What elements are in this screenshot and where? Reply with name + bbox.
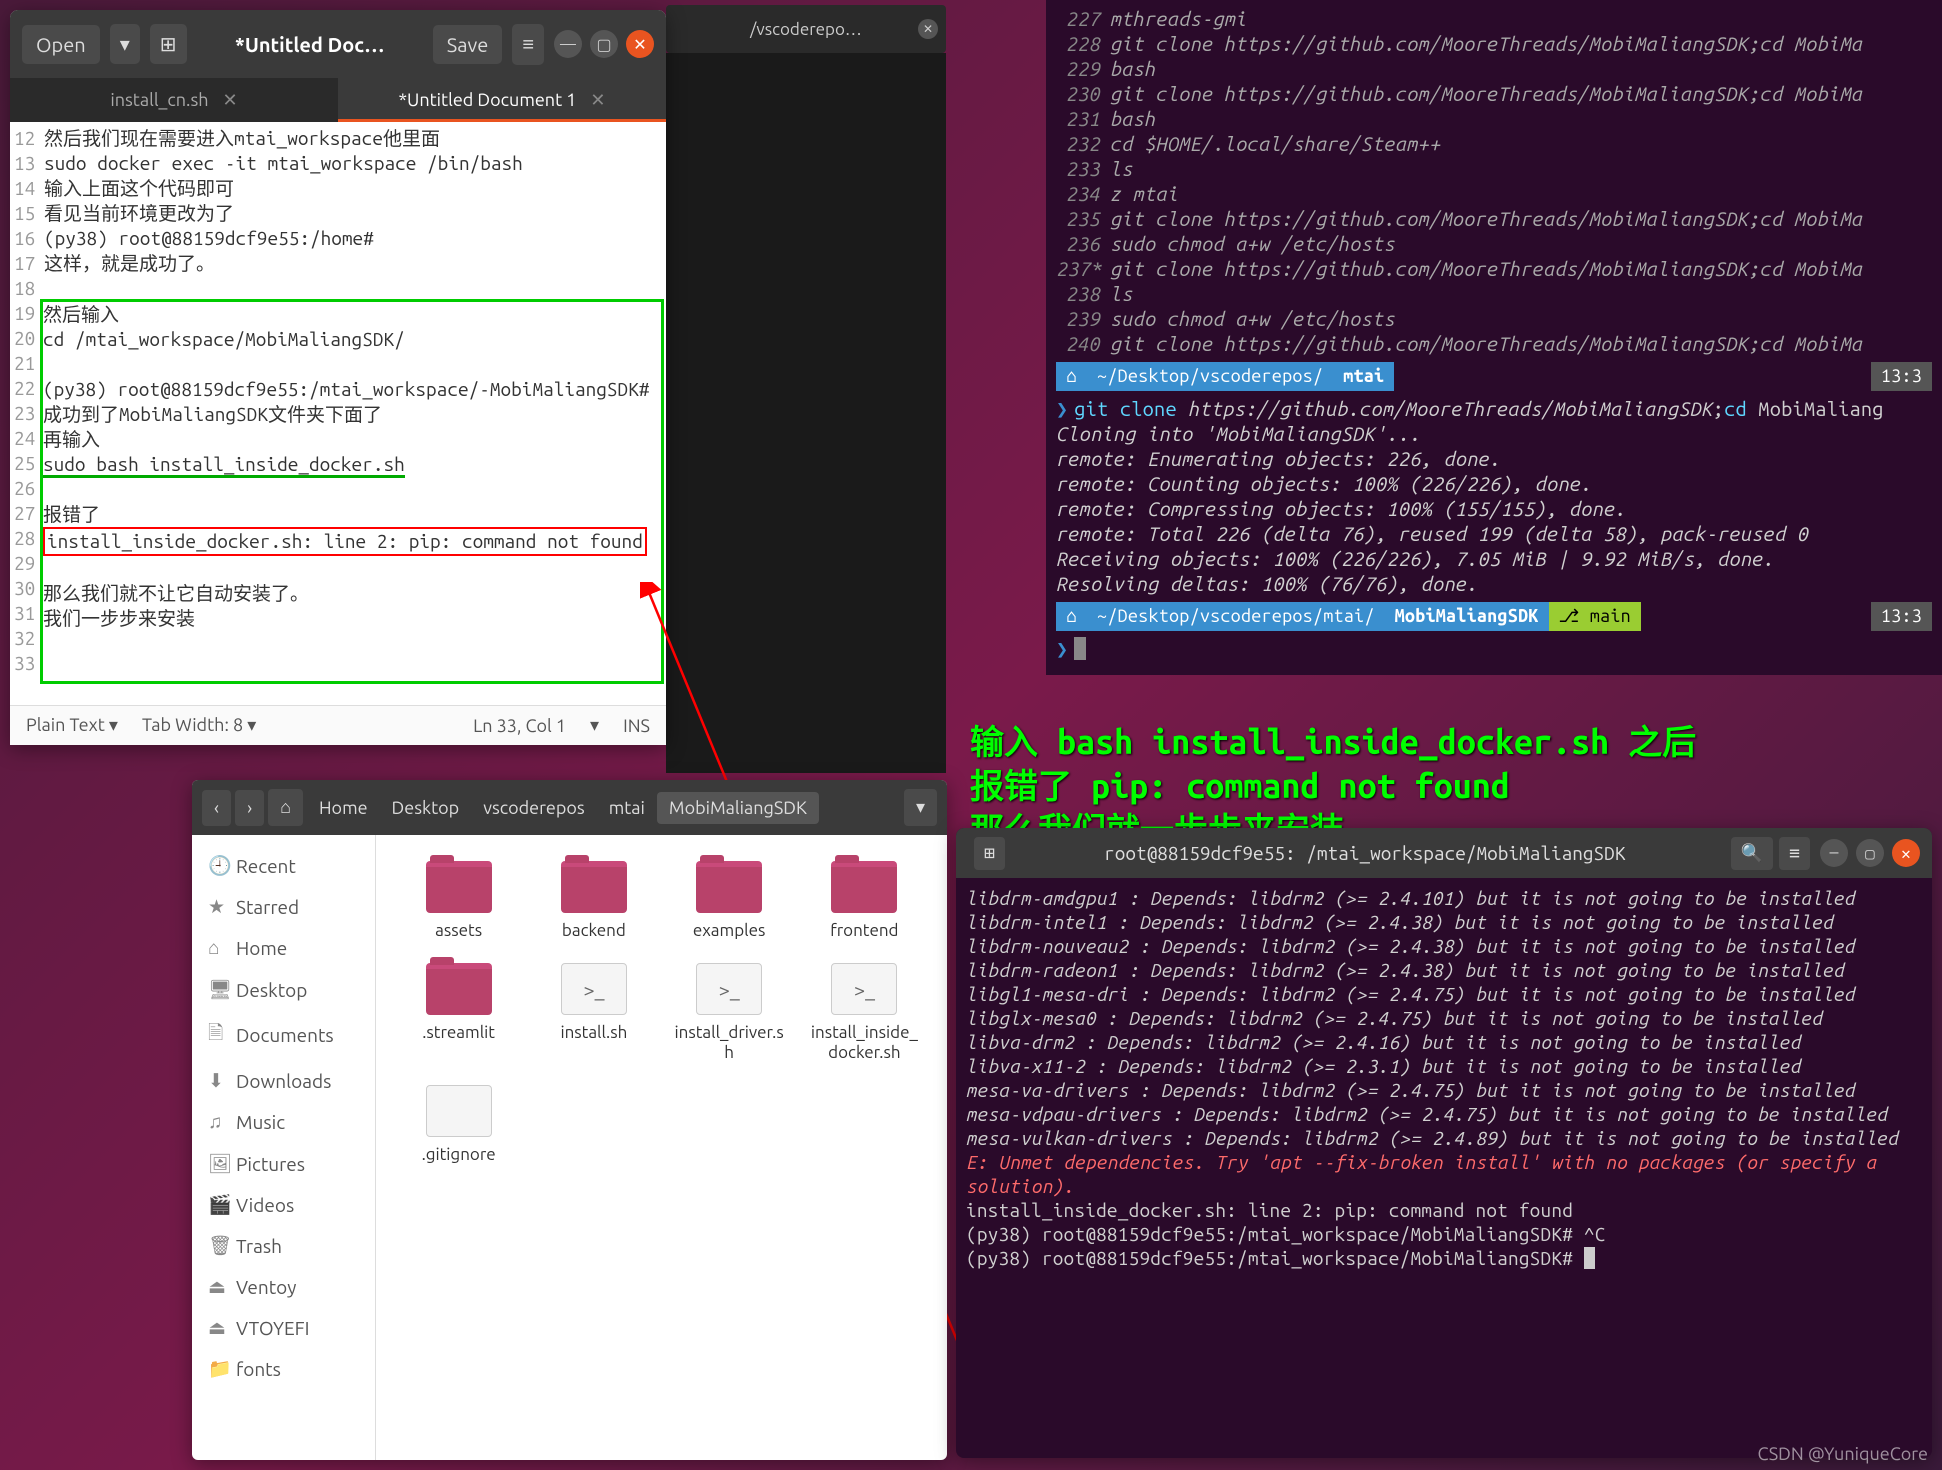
breadcrumb-item[interactable]: Home: [307, 792, 380, 824]
close-icon[interactable]: ✕: [918, 19, 938, 39]
file-.streamlit[interactable]: .streamlit: [396, 957, 521, 1069]
gedit-titlebar[interactable]: Open ▾ ⊞ *Untitled Doc… Save ≡ — ▢ ✕: [10, 10, 666, 78]
watermark: CSDN @YuniqueCore: [1757, 1444, 1928, 1464]
files-window: ‹ › ⌂ HomeDesktopvscodereposmtaiMobiMali…: [192, 780, 947, 1460]
code-content[interactable]: 然后我们现在需要进入mtai_workspace他里面 sudo docker …: [40, 122, 666, 692]
sidebar-item-starred[interactable]: ★Starred: [192, 886, 375, 927]
breadcrumb-item[interactable]: Desktop: [380, 792, 472, 824]
files-grid[interactable]: assetsbackendexamplesfrontend.streamlit>…: [376, 835, 947, 1460]
forward-button[interactable]: ›: [235, 790, 264, 826]
new-tab-button[interactable]: ⊞: [150, 24, 187, 64]
breadcrumb-item[interactable]: MobiMaliangSDK: [657, 792, 819, 824]
tabwidth-selector[interactable]: Tab Width: 8 ▾: [142, 715, 256, 736]
terminal-top[interactable]: 227mthreads-gmi228git clone https://gith…: [1046, 0, 1942, 675]
save-button[interactable]: Save: [433, 25, 503, 64]
open-button[interactable]: Open: [22, 25, 100, 64]
gedit-title: *Untitled Doc…: [197, 33, 423, 56]
fonts-icon: 📁: [208, 1357, 226, 1380]
minimize-icon[interactable]: —: [554, 30, 582, 58]
new-tab-button[interactable]: ⊞: [974, 837, 1005, 870]
hamburger-icon[interactable]: ≡: [1779, 837, 1810, 870]
maximize-icon[interactable]: ▢: [1856, 839, 1884, 867]
videos-icon: 🎬: [208, 1193, 226, 1216]
insert-mode[interactable]: INS: [623, 716, 650, 736]
overtype-indicator[interactable]: ▾: [590, 715, 599, 736]
sidebar-item-trash[interactable]: 🗑Trash: [192, 1225, 375, 1266]
sidebar-item-music[interactable]: ♫Music: [192, 1101, 375, 1143]
tab-untitled[interactable]: *Untitled Document 1✕: [338, 78, 666, 122]
files-headerbar[interactable]: ‹ › ⌂ HomeDesktopvscodereposmtaiMobiMali…: [192, 780, 947, 835]
vtoyefi-icon: ⏏: [208, 1316, 226, 1339]
sidebar-item-videos[interactable]: 🎬Videos: [192, 1184, 375, 1225]
home-icon[interactable]: ⌂: [268, 789, 303, 826]
file-frontend[interactable]: frontend: [802, 855, 927, 947]
file-install_inside_docker.sh[interactable]: >_install_inside_docker.sh: [802, 957, 927, 1069]
file-install.sh[interactable]: >_install.sh: [531, 957, 656, 1069]
desktop-icon: 🖥: [208, 978, 226, 1001]
sidebar-item-pictures[interactable]: 🖼Pictures: [192, 1143, 375, 1184]
open-dropdown[interactable]: ▾: [110, 24, 140, 64]
close-icon[interactable]: ✕: [1892, 839, 1920, 867]
files-sidebar: 🕘Recent★Starred⌂Home🖥Desktop🗎Documents⬇D…: [192, 835, 376, 1460]
file-install_driver.sh[interactable]: >_install_driver.sh: [667, 957, 792, 1069]
breadcrumb-item[interactable]: mtai: [597, 792, 657, 824]
gedit-window: Open ▾ ⊞ *Untitled Doc… Save ≡ — ▢ ✕ ins…: [10, 10, 666, 745]
recent-icon: 🕘: [208, 854, 226, 877]
terminal-bottom[interactable]: ⊞ root@88159dcf9e55: /mtai_workspace/Mob…: [956, 828, 1932, 1458]
ventoy-icon: ⏏: [208, 1275, 226, 1298]
sidebar-item-ventoy[interactable]: ⏏Ventoy: [192, 1266, 375, 1307]
tab-install-cn[interactable]: install_cn.sh✕: [10, 78, 338, 122]
close-icon[interactable]: ✕: [626, 30, 654, 58]
terminal-titlebar[interactable]: ⊞ root@88159dcf9e55: /mtai_workspace/Mob…: [956, 828, 1932, 878]
close-tab-icon[interactable]: ✕: [590, 90, 605, 111]
lang-selector[interactable]: Plain Text ▾: [26, 715, 118, 736]
sidebar-item-desktop[interactable]: 🖥Desktop: [192, 969, 375, 1010]
statusbar: Plain Text ▾ Tab Width: 8 ▾ Ln 33, Col 1…: [10, 705, 666, 745]
gedit-tabs: install_cn.sh✕ *Untitled Document 1✕: [10, 78, 666, 122]
line-gutter: 1213141516171819202122232425262728293031…: [10, 122, 40, 692]
sidebar-item-home[interactable]: ⌂Home: [192, 927, 375, 969]
back-button[interactable]: ‹: [202, 790, 231, 826]
vscode-title: /vscoderepo…: [750, 20, 862, 39]
breadcrumb-item[interactable]: vscoderepos: [471, 792, 597, 824]
vscode-editor-area: [666, 53, 946, 773]
starred-icon: ★: [208, 895, 226, 918]
file-assets[interactable]: assets: [396, 855, 521, 947]
hamburger-icon[interactable]: ≡: [512, 24, 544, 65]
trash-icon: 🗑: [208, 1234, 226, 1257]
breadcrumb: HomeDesktopvscodereposmtaiMobiMaliangSDK: [307, 792, 819, 824]
sidebar-item-documents[interactable]: 🗎Documents: [192, 1010, 375, 1060]
sidebar-item-downloads[interactable]: ⬇Downloads: [192, 1060, 375, 1101]
search-icon[interactable]: 🔍: [1731, 837, 1773, 870]
sidebar-item-vtoyefi[interactable]: ⏏VTOYEFI: [192, 1307, 375, 1348]
file-examples[interactable]: examples: [667, 855, 792, 947]
file-.gitignore[interactable]: .gitignore: [396, 1079, 521, 1171]
terminal-title: root@88159dcf9e55: /mtai_workspace/MobiM…: [1005, 842, 1725, 864]
close-tab-icon[interactable]: ✕: [223, 90, 238, 111]
maximize-icon[interactable]: ▢: [590, 30, 618, 58]
cursor-position: Ln 33, Col 1: [473, 716, 566, 736]
downloads-icon: ⬇: [208, 1069, 226, 1092]
vscode-titlebar: /vscoderepo… ✕: [666, 5, 946, 53]
file-backend[interactable]: backend: [531, 855, 656, 947]
sidebar-item-recent[interactable]: 🕘Recent: [192, 845, 375, 886]
minimize-icon[interactable]: —: [1820, 839, 1848, 867]
editor-area[interactable]: 1213141516171819202122232425262728293031…: [10, 122, 666, 692]
terminal-content[interactable]: libdrm-amdgpu1 : Depends: libdrm2 (>= 2.…: [956, 878, 1932, 1278]
pictures-icon: 🖼: [208, 1152, 226, 1175]
dropdown-icon[interactable]: ▾: [904, 789, 937, 826]
home-icon: ⌂: [208, 936, 226, 960]
sidebar-item-fonts[interactable]: 📁fonts: [192, 1348, 375, 1389]
documents-icon: 🗎: [208, 1019, 226, 1051]
music-icon: ♫: [208, 1110, 226, 1134]
